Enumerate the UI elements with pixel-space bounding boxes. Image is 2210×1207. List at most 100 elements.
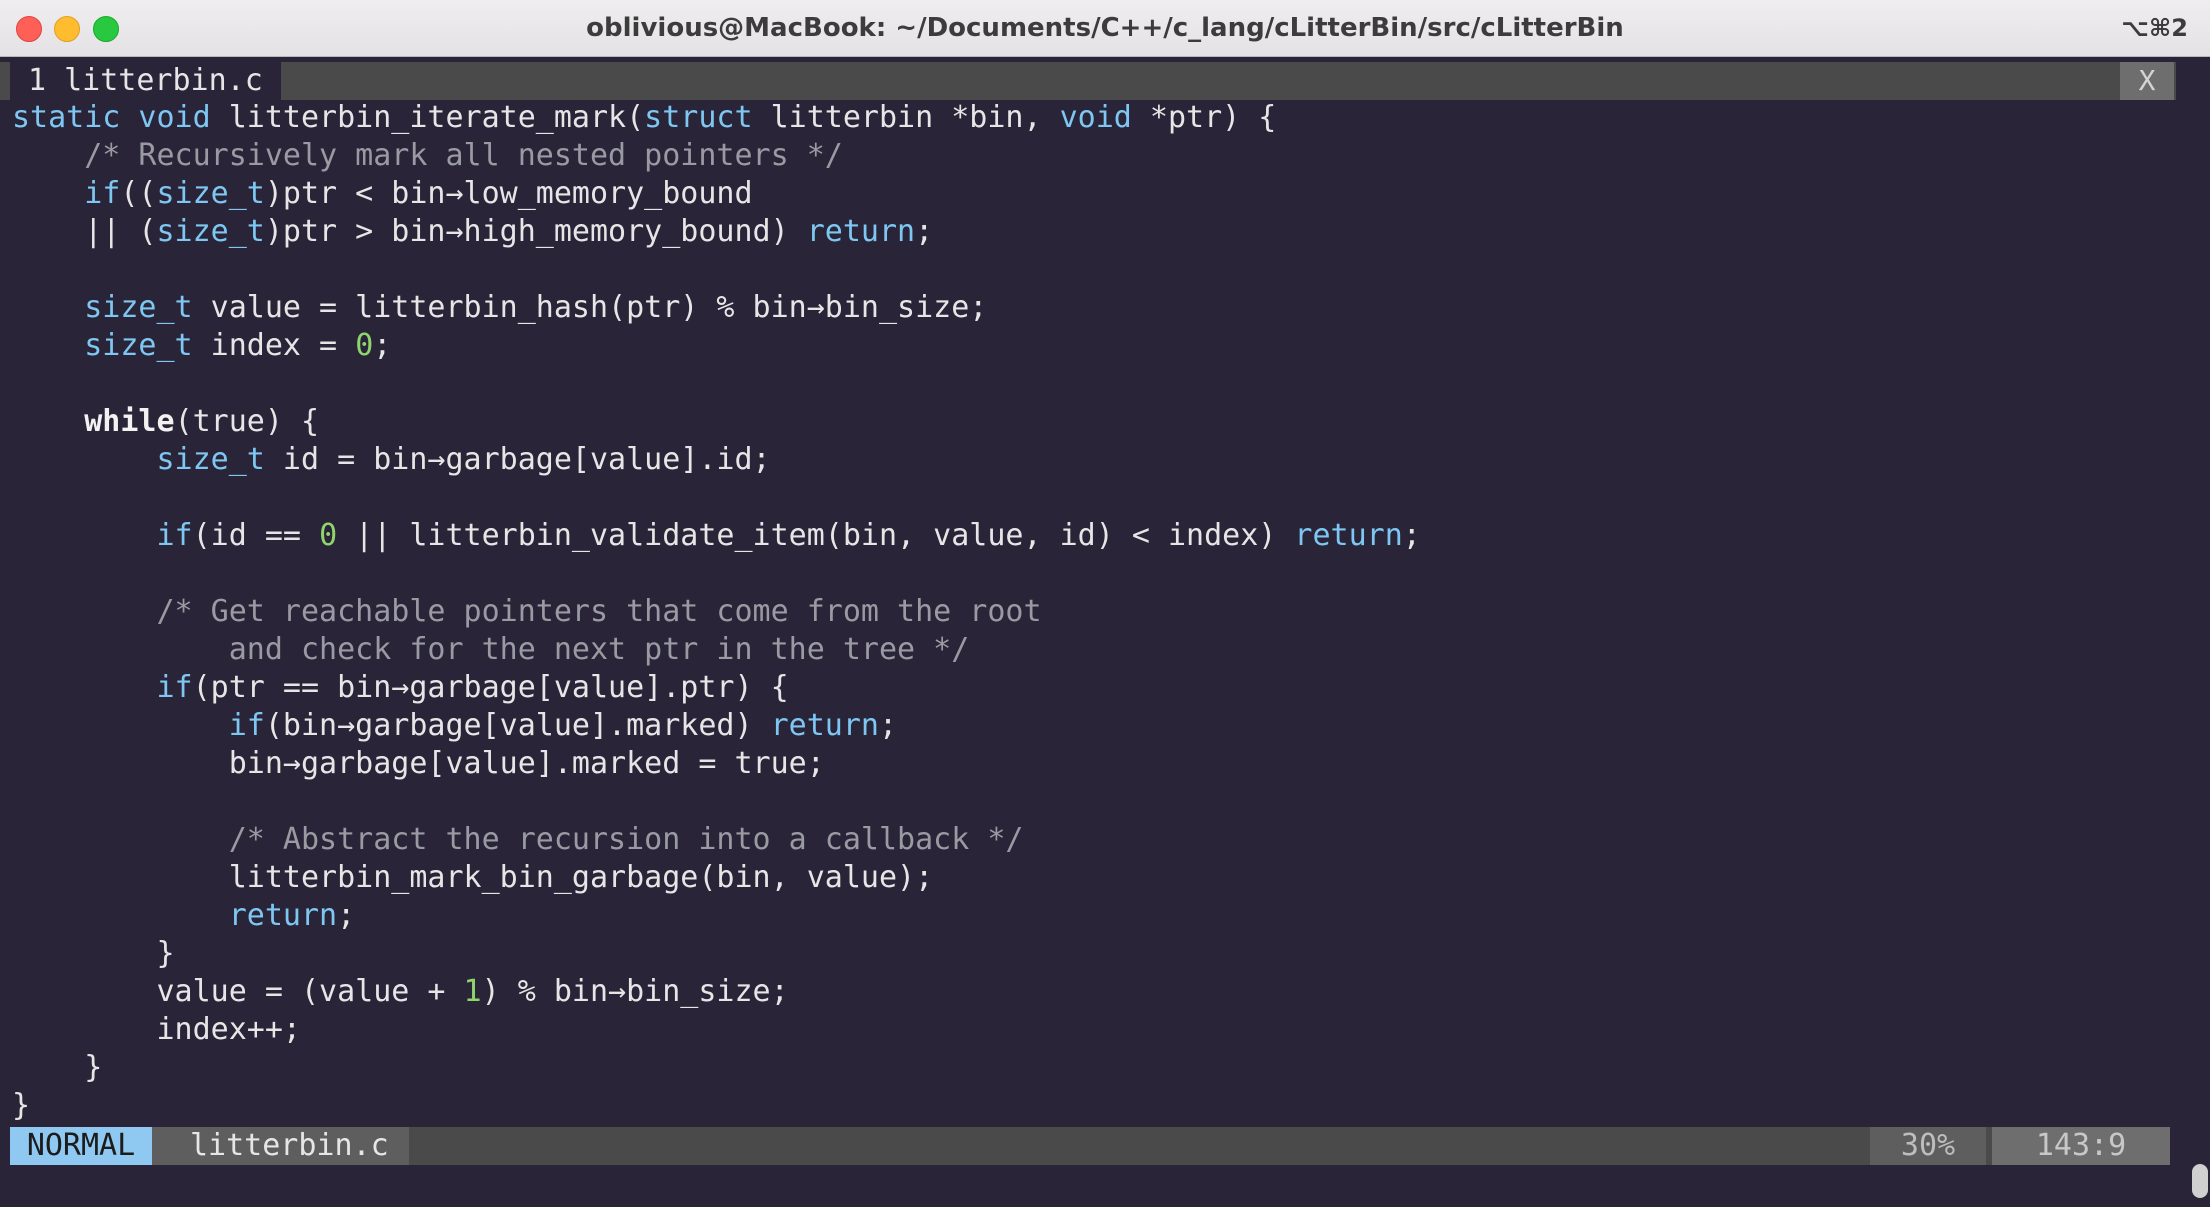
code-token: /* Abstract the recursion into a callbac… <box>12 822 1024 857</box>
code-line: /* Recursively mark all nested pointers … <box>12 137 2172 175</box>
code-line: || (size_t)ptr > bin→high_memory_bound) … <box>12 213 2172 251</box>
status-filename: litterbin.c <box>152 1127 409 1165</box>
code-token: litterbin *bin, <box>752 100 1060 135</box>
code-line: /* Abstract the recursion into a callbac… <box>12 821 2172 859</box>
code-token: if <box>228 708 265 743</box>
code-line: index++; <box>12 1011 2172 1049</box>
code-token: size_t <box>84 290 193 325</box>
code-token: ; <box>915 214 934 249</box>
code-token: } <box>12 936 175 971</box>
code-token: || litterbin_validate_item(bin, value, i… <box>337 518 1295 553</box>
code-token: value = litterbin_hash(ptr) % bin→bin_si… <box>192 290 988 325</box>
code-token: ; <box>1402 518 1421 553</box>
code-token: 0 <box>355 328 374 363</box>
window-shortcut-label: ⌥⌘2 <box>2121 14 2188 42</box>
code-line: } <box>12 1087 2172 1125</box>
code-token: } <box>12 1088 31 1123</box>
code-token: id = bin→garbage[value].id; <box>264 442 771 477</box>
code-token: return <box>228 898 338 933</box>
code-token: (( <box>120 176 157 211</box>
cursor-position: 143:9 <box>1992 1127 2170 1165</box>
code-line: bin→garbage[value].marked = true; <box>12 745 2172 783</box>
code-token: return <box>1294 518 1403 553</box>
code-token: if <box>156 670 193 705</box>
close-tab-button[interactable]: X <box>2120 62 2174 100</box>
tab-litterbin-c[interactable]: 1 litterbin.c <box>10 62 281 100</box>
code-line: /* Get reachable pointers that come from… <box>12 593 2172 631</box>
code-token: and check for the next ptr in the tree *… <box>12 632 970 667</box>
code-line: size_t index = 0; <box>12 327 2172 365</box>
code-token: size_t <box>156 176 265 211</box>
code-token: if <box>156 518 193 553</box>
code-line: if((size_t)ptr < bin→low_memory_bound <box>12 175 2172 213</box>
code-token: while <box>84 404 175 439</box>
code-token: ; <box>373 328 392 363</box>
code-token: *ptr) { <box>1131 100 1277 135</box>
code-token: } <box>12 1050 103 1085</box>
code-line: value = (value + 1) % bin→bin_size; <box>12 973 2172 1011</box>
code-token: void <box>1059 100 1132 135</box>
code-token: /* Recursively mark all nested pointers … <box>12 138 843 173</box>
code-token: return <box>770 708 879 743</box>
scrollbar-thumb[interactable] <box>2192 1164 2208 1198</box>
code-line: size_t id = bin→garbage[value].id; <box>12 441 2172 479</box>
code-line: if(id == 0 || litterbin_validate_item(bi… <box>12 517 2172 555</box>
scroll-percent: 30% <box>1870 1127 1986 1165</box>
code-token: size_t <box>156 442 265 477</box>
code-token: (ptr == bin→garbage[value].ptr) { <box>192 670 789 705</box>
title-bar[interactable]: oblivious@MacBook: ~/Documents/C++/c_lan… <box>0 0 2210 57</box>
code-token: (id == <box>192 518 320 553</box>
code-token: litterbin_iterate_mark( <box>228 100 645 135</box>
code-token: index++; <box>12 1012 301 1047</box>
code-token: ; <box>878 708 898 743</box>
code-line: static void litterbin_iterate_mark(struc… <box>12 99 2172 137</box>
code-token: if <box>84 176 121 211</box>
code-token: static void <box>12 100 229 135</box>
mode-indicator: NORMAL <box>10 1127 152 1165</box>
vim-tabline: 1 litterbin.c X <box>0 62 2176 100</box>
code-editor[interactable]: static void litterbin_iterate_mark(struc… <box>12 99 2172 1123</box>
code-token: size_t <box>156 214 265 249</box>
code-line: size_t value = litterbin_hash(ptr) % bin… <box>12 289 2172 327</box>
code-token: (bin→garbage[value].marked) <box>264 708 771 743</box>
code-line: return; <box>12 897 2172 935</box>
vim-statusline: NORMAL litterbin.c 30% 143:9 <box>10 1127 2170 1165</box>
code-token: bin→garbage[value].marked = true; <box>12 746 825 781</box>
code-token: index = <box>192 328 356 363</box>
code-line: if(bin→garbage[value].marked) return; <box>12 707 2172 745</box>
code-token: struct <box>644 100 753 135</box>
code-line: litterbin_mark_bin_garbage(bin, value); <box>12 859 2172 897</box>
code-token: ) % bin→bin_size; <box>481 974 789 1009</box>
code-token: value = (value + <box>12 974 464 1009</box>
code-token: return <box>806 214 916 249</box>
code-line: if(ptr == bin→garbage[value].ptr) { <box>12 669 2172 707</box>
code-line: } <box>12 935 2172 973</box>
code-token: litterbin_mark_bin_garbage(bin, value); <box>12 860 934 895</box>
code-token: (true) { <box>174 404 320 439</box>
code-token: )ptr > bin→high_memory_bound) <box>264 214 807 249</box>
terminal-window: oblivious@MacBook: ~/Documents/C++/c_lan… <box>0 0 2210 1207</box>
code-line: and check for the next ptr in the tree *… <box>12 631 2172 669</box>
window-title: oblivious@MacBook: ~/Documents/C++/c_lan… <box>586 13 1624 43</box>
code-token: size_t <box>84 328 193 363</box>
code-token: )ptr < bin→low_memory_bound <box>264 176 753 211</box>
code-line: } <box>12 1049 2172 1087</box>
code-token: 1 <box>463 974 482 1009</box>
code-token: ; <box>337 898 356 933</box>
code-token: 0 <box>319 518 338 553</box>
code-token: || ( <box>12 214 157 249</box>
